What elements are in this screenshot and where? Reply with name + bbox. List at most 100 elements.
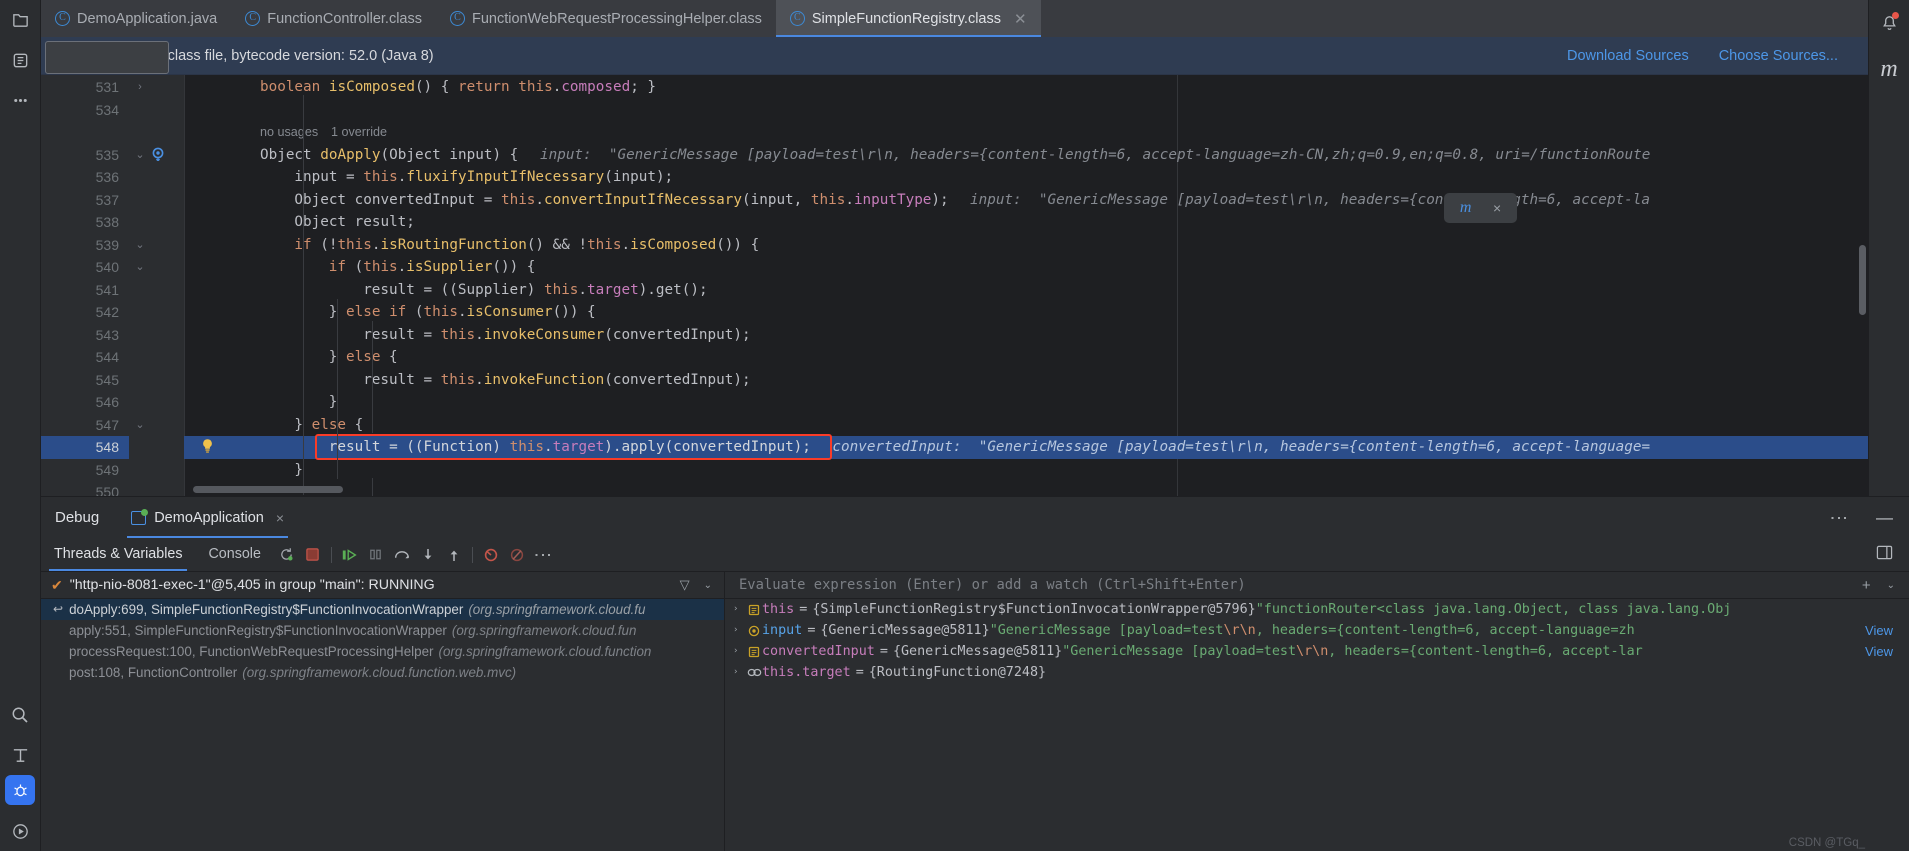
code-line[interactable]: 538 Object result; [41, 211, 1868, 234]
mute-breakpoints-icon[interactable] [478, 538, 504, 571]
structure-icon[interactable] [0, 735, 41, 775]
search-everywhere-icon[interactable] [0, 695, 41, 735]
thread-selector[interactable]: ✔ "http-nio-8081-exec-1"@5,405 in group … [41, 572, 724, 599]
stop-icon[interactable] [300, 538, 326, 571]
filter-icon[interactable]: ▽ [680, 577, 690, 593]
run-icon[interactable] [0, 811, 41, 851]
code-fold-arrow-icon[interactable]: › [133, 76, 147, 99]
variable-object-id: {GenericMessage@5811} [892, 644, 1063, 659]
intention-bulb-icon[interactable] [198, 438, 216, 456]
call-stack-frames[interactable]: ↩ doApply:699, SimpleFunctionRegistry$Fun… [41, 599, 724, 851]
debug-tool-window-icon[interactable] [5, 775, 35, 805]
overrides-hint[interactable]: 1 override [331, 121, 387, 144]
code-line[interactable]: 544} else { [41, 346, 1868, 369]
debug-window-header: Debug DemoApplication × ⋮ — [41, 497, 1909, 538]
resume-program-icon[interactable] [337, 538, 363, 571]
rerun-icon[interactable] [274, 538, 300, 571]
code-line[interactable]: 546} [41, 391, 1868, 414]
minimize-debug-window-icon[interactable]: — [1876, 508, 1893, 528]
code-line[interactable]: 537 Object convertedInput = this.convertI… [41, 189, 1868, 212]
step-out-icon[interactable] [441, 538, 467, 571]
code-line[interactable]: 549} [41, 459, 1868, 482]
code-line[interactable]: 540 ⌄ if (this.isSupplier()) { [41, 256, 1868, 279]
variable-row[interactable]: › this = {SimpleFunctionRegistry$FunctionIn… [725, 599, 1909, 620]
tab-threads-and-variables[interactable]: Threads & Variables [41, 538, 195, 571]
editor-tab-2[interactable]: C FunctionWebRequestProcessingHelper.cla… [436, 0, 776, 37]
code-fold-arrow-icon[interactable]: ⌄ [133, 256, 147, 279]
add-watch-icon[interactable]: + [1862, 577, 1871, 594]
code-line[interactable]: 548 result = ((Function) this.target).app… [41, 436, 1868, 459]
line-number: 545 [95, 371, 119, 388]
code-editor[interactable]: 531 › boolean isComposed() { return this.c… [41, 75, 1868, 496]
variable-row[interactable]: › this.target = {RoutingFunction@7248} [725, 662, 1909, 683]
code-fold-arrow-icon[interactable]: ⌄ [133, 234, 147, 257]
step-into-icon[interactable] [415, 538, 441, 571]
view-value-link[interactable]: View [1865, 620, 1909, 641]
no-usages-hint[interactable]: no usages [260, 121, 318, 144]
chevron-down-icon[interactable]: ⌄ [1887, 580, 1895, 591]
editor-tab-0[interactable]: C DemoApplication.java [41, 0, 231, 37]
maven-tool-icon[interactable]: m [1880, 56, 1897, 83]
pause-program-icon[interactable] [363, 538, 389, 571]
code-line[interactable]: 543 result = this.invokeConsumer(converte… [41, 324, 1868, 347]
parameter-inlay-hint[interactable]: convertedInput: "GenericMessage [payload… [832, 436, 1650, 459]
close-widget-icon[interactable]: × [1493, 200, 1501, 216]
editor-tab-3-active[interactable]: C SimpleFunctionRegistry.class ✕ [775, 0, 1041, 37]
more-tools-icon[interactable] [0, 80, 41, 120]
floating-reload-widget[interactable]: m × [1444, 193, 1517, 223]
variable-row[interactable]: › convertedInput = {GenericMessage@5811} "G… [725, 641, 1909, 662]
evaluate-placeholder: Evaluate expression (Enter) or add a wat… [739, 577, 1246, 593]
code-line[interactable]: 539 ⌄ if (!this.isRoutingFunction() && !th… [41, 234, 1868, 257]
project-view-icon[interactable] [0, 0, 41, 40]
view-value-link[interactable]: View [1865, 641, 1909, 662]
debug-options-kebab-icon[interactable]: ⋮ [1820, 509, 1858, 527]
choose-sources-link[interactable]: Choose Sources... [1719, 48, 1838, 64]
editor-horizontal-scrollbar[interactable] [193, 486, 343, 493]
line-number: 544 [95, 349, 119, 365]
expand-arrow-icon[interactable]: › [733, 662, 746, 683]
expand-arrow-icon[interactable]: › [733, 641, 746, 662]
frame-row[interactable]: post:108, FunctionController (org.springf… [41, 662, 724, 683]
parameter-inlay-hint[interactable]: input: "GenericMessage [payload=test\r\n… [540, 144, 1650, 167]
parameter-inlay-hint[interactable]: input: "GenericMessage [payload=test\r\n… [970, 189, 1650, 212]
debug-layout-settings [1849, 538, 1909, 571]
line-number: 534 [95, 101, 119, 118]
download-sources-link[interactable]: Download Sources [1567, 48, 1689, 64]
variable-row[interactable]: › input = {GenericMessage@5811} "GenericMes… [725, 620, 1909, 641]
expand-arrow-icon[interactable]: › [733, 620, 746, 641]
commit-icon[interactable] [0, 40, 41, 80]
tab-console[interactable]: Console [195, 538, 273, 571]
thread-label: "http-nio-8081-exec-1"@5,405 in group "m… [69, 577, 435, 593]
frame-row-selected[interactable]: ↩ doApply:699, SimpleFunctionRegistry$Fun… [41, 599, 724, 620]
code-line[interactable]: 531 › boolean isComposed() { return this.c… [41, 76, 1868, 99]
chevron-down-icon[interactable]: ⌄ [704, 580, 712, 591]
code-line[interactable]: 542} else if (this.isConsumer()) { [41, 301, 1868, 324]
variable-object-id: {SimpleFunctionRegistry$FunctionInvocati… [812, 602, 1256, 617]
debugger-more-kebab-icon[interactable]: ⋮ [530, 538, 556, 571]
line-number: 538 [95, 214, 119, 230]
notifications-icon[interactable] [1872, 6, 1906, 40]
code-line[interactable]: 545 result = this.invokeFunction(converte… [41, 369, 1868, 392]
editor-vertical-scrollbar[interactable] [1859, 245, 1866, 315]
java-class-icon: C [245, 11, 261, 26]
code-line[interactable]: 547 ⌄} else { [41, 414, 1868, 437]
expand-arrow-icon[interactable]: › [733, 599, 746, 620]
code-line[interactable]: 535 ⌄ Object doApply(Object input) {input:… [41, 144, 1868, 167]
editor-tab-1[interactable]: C FunctionController.class [231, 0, 436, 37]
frame-row[interactable]: processRequest:100, FunctionWebRequestPr… [41, 641, 724, 662]
close-session-icon[interactable]: × [276, 510, 284, 526]
code-line[interactable]: 536 input = this.fluxifyInputIfNecessary(… [41, 166, 1868, 189]
layout-settings-icon[interactable] [1876, 544, 1893, 566]
maven-reload-icon[interactable]: m [1460, 199, 1472, 217]
code-line[interactable]: 541 result = ((Supplier) this.target).get… [41, 279, 1868, 302]
code-line[interactable]: 534 [41, 99, 1868, 122]
evaluate-expression-bar[interactable]: Evaluate expression (Enter) or add a wat… [725, 572, 1909, 599]
frame-row[interactable]: apply:551, SimpleFunctionRegistry$Functi… [41, 620, 724, 641]
line-number: 542 [95, 304, 119, 320]
close-tab-icon[interactable]: ✕ [1014, 10, 1027, 28]
run-configuration-tab[interactable]: DemoApplication × [127, 497, 288, 538]
variables-panel[interactable]: › this = {SimpleFunctionRegistry$FunctionIn… [725, 599, 1909, 851]
step-over-icon[interactable] [389, 538, 415, 571]
code-fold-arrow-icon[interactable]: ⌄ [133, 414, 147, 437]
code-fold-arrow-icon[interactable]: ⌄ [133, 144, 147, 167]
